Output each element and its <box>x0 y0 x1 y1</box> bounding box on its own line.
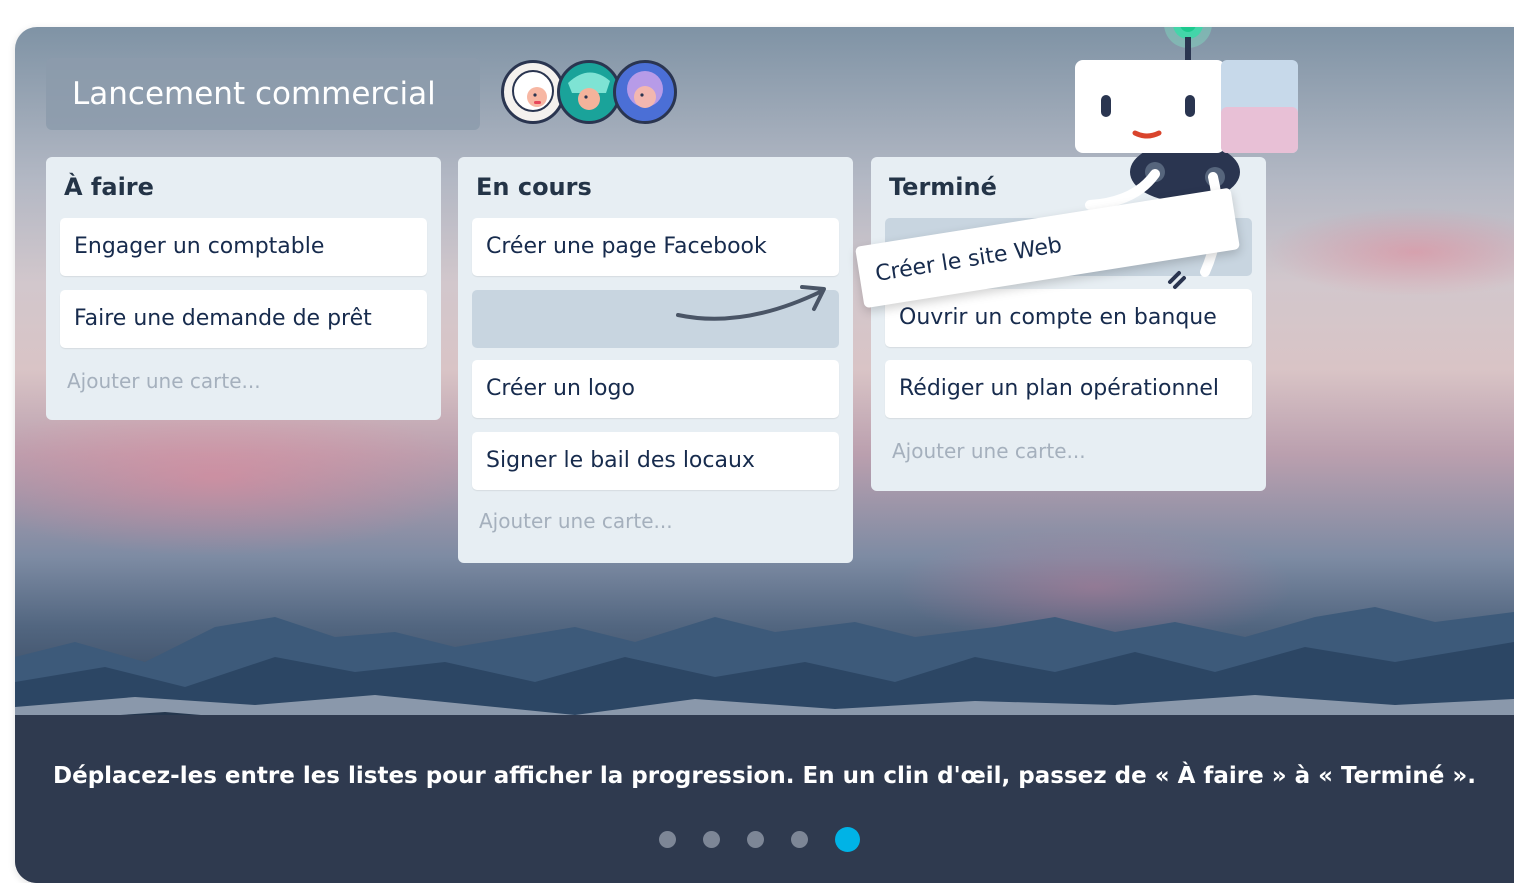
list-title: À faire <box>64 173 154 201</box>
sky-glow <box>15 397 475 557</box>
card[interactable]: Engager un comptable <box>60 218 427 276</box>
card[interactable]: Créer une page Facebook <box>472 218 839 276</box>
list-en-cours: En cours Créer une page Facebook Créer u… <box>458 157 853 563</box>
carousel-dot-4[interactable] <box>791 831 808 848</box>
avatar-illustration-icon <box>512 70 554 112</box>
carousel-dot-5[interactable] <box>835 827 860 852</box>
list-a-faire: À faire Engager un comptable Faire une d… <box>46 157 441 420</box>
card[interactable]: Rédiger un plan opérationnel <box>885 360 1252 418</box>
member-avatar[interactable] <box>557 60 621 124</box>
member-avatar[interactable] <box>613 60 677 124</box>
hero-slide: Lancement commercial À faire Engager un … <box>15 27 1514 883</box>
card[interactable]: Faire une demande de prêt <box>60 290 427 348</box>
move-arrow-icon <box>676 285 826 321</box>
avatar-illustration-icon <box>568 72 610 110</box>
list-title: Terminé <box>889 173 997 201</box>
caption-panel: Déplacez-les entre les listes pour affic… <box>15 715 1514 883</box>
add-card-button[interactable]: Ajouter une carte... <box>67 369 261 393</box>
card[interactable]: Créer un logo <box>472 360 839 418</box>
board-members <box>501 60 701 128</box>
carousel-dots <box>659 827 860 852</box>
avatar-illustration-icon <box>627 71 663 108</box>
add-card-button[interactable]: Ajouter une carte... <box>892 439 1086 463</box>
carousel-dot-3[interactable] <box>747 831 764 848</box>
slide-caption: Déplacez-les entre les listes pour affic… <box>53 763 1477 789</box>
board-title: Lancement commercial <box>46 58 480 130</box>
card[interactable]: Signer le bail des locaux <box>472 432 839 490</box>
add-card-button[interactable]: Ajouter une carte... <box>479 509 673 533</box>
member-avatar[interactable] <box>501 60 565 124</box>
carousel-dot-1[interactable] <box>659 831 676 848</box>
carousel-dot-2[interactable] <box>703 831 720 848</box>
robot-mascot-icon <box>1075 27 1298 289</box>
list-title: En cours <box>476 173 592 201</box>
